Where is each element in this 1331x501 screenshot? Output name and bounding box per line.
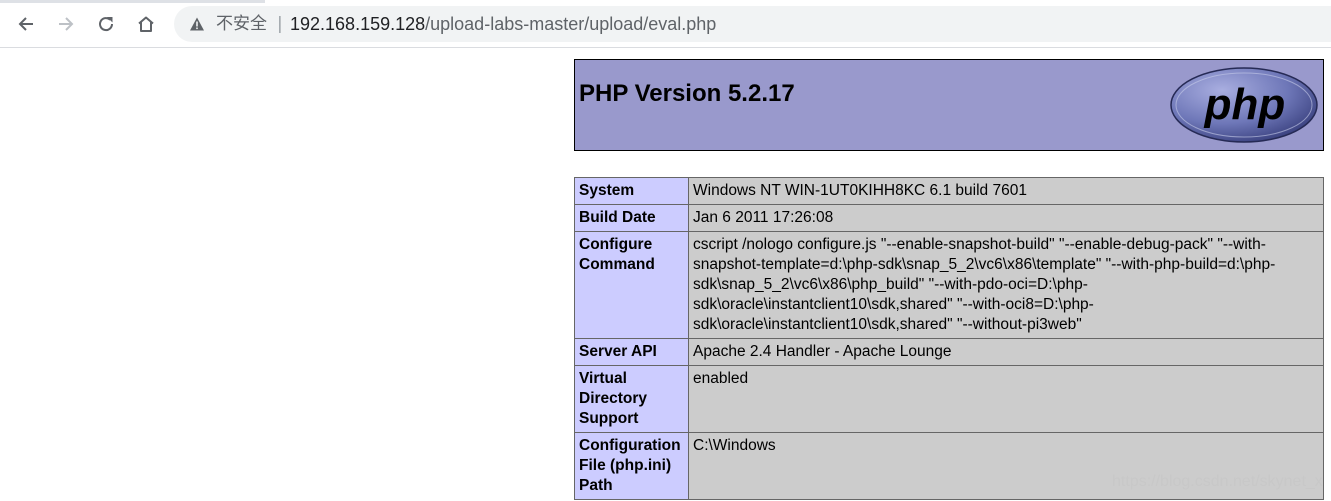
browser-toolbar: 不安全 | 192.168.159.128/upload-labs-master… bbox=[0, 0, 1331, 48]
security-status-label[interactable]: 不安全 bbox=[216, 13, 267, 35]
back-button[interactable] bbox=[10, 8, 42, 40]
info-key: Virtual Directory Support bbox=[574, 365, 689, 433]
info-key: Build Date bbox=[574, 204, 689, 232]
php-info-table-body: System Windows NT WIN-1UT0KIHH8KC 6.1 bui… bbox=[574, 177, 1324, 500]
info-row: Build Date Jan 6 2011 17:26:08 bbox=[574, 204, 1324, 232]
address-separator: | bbox=[277, 14, 283, 34]
home-icon bbox=[138, 16, 154, 32]
php-version-header: PHP Version 5.2.17 php bbox=[574, 59, 1324, 151]
info-value: Apache 2.4 Handler - Apache Lounge bbox=[688, 338, 1324, 366]
info-key: Server API bbox=[574, 338, 689, 366]
home-button[interactable] bbox=[130, 8, 162, 40]
info-row: Configure Command cscript /nologo configu… bbox=[574, 231, 1324, 339]
info-value: cscript /nologo configure.js "--enable-s… bbox=[688, 231, 1324, 339]
info-value: Windows NT WIN-1UT0KIHH8KC 6.1 build 760… bbox=[688, 177, 1324, 205]
url-host: 192.168.159.128 bbox=[290, 14, 426, 34]
info-row: Server API Apache 2.4 Handler - Apache Lo… bbox=[574, 338, 1324, 366]
php-info-table: System Windows NT WIN-1UT0KIHH8KC 6.1 bui… bbox=[574, 177, 1324, 500]
forward-button[interactable] bbox=[50, 8, 82, 40]
info-value: Jan 6 2011 17:26:08 bbox=[688, 204, 1324, 232]
info-row: System Windows NT WIN-1UT0KIHH8KC 6.1 bui… bbox=[574, 177, 1324, 205]
php-version-title: PHP Version 5.2.17 bbox=[579, 80, 795, 107]
watermark-text: https://blog.csdn.net/skynet_x bbox=[1112, 473, 1323, 490]
url-path: /upload-labs-master/upload/eval.php bbox=[425, 14, 717, 34]
url-text[interactable]: 192.168.159.128/upload-labs-master/uploa… bbox=[290, 13, 716, 35]
address-bar[interactable]: 不安全 | 192.168.159.128/upload-labs-master… bbox=[174, 6, 1331, 42]
reload-button[interactable] bbox=[90, 8, 122, 40]
info-key: System bbox=[574, 177, 689, 205]
php-logo-text: php bbox=[1204, 80, 1286, 129]
forward-arrow-icon bbox=[59, 17, 74, 31]
php-logo[interactable]: php bbox=[1169, 66, 1319, 144]
info-row: Virtual Directory Support enabled bbox=[574, 365, 1324, 433]
info-value: enabled bbox=[688, 365, 1324, 433]
info-key: Configure Command bbox=[574, 231, 689, 339]
tab-strip-edge bbox=[0, 0, 265, 3]
warning-icon[interactable] bbox=[189, 16, 205, 32]
info-key: Configuration File (php.ini) Path bbox=[574, 432, 689, 500]
reload-icon bbox=[99, 17, 114, 32]
back-arrow-icon bbox=[18, 17, 33, 31]
